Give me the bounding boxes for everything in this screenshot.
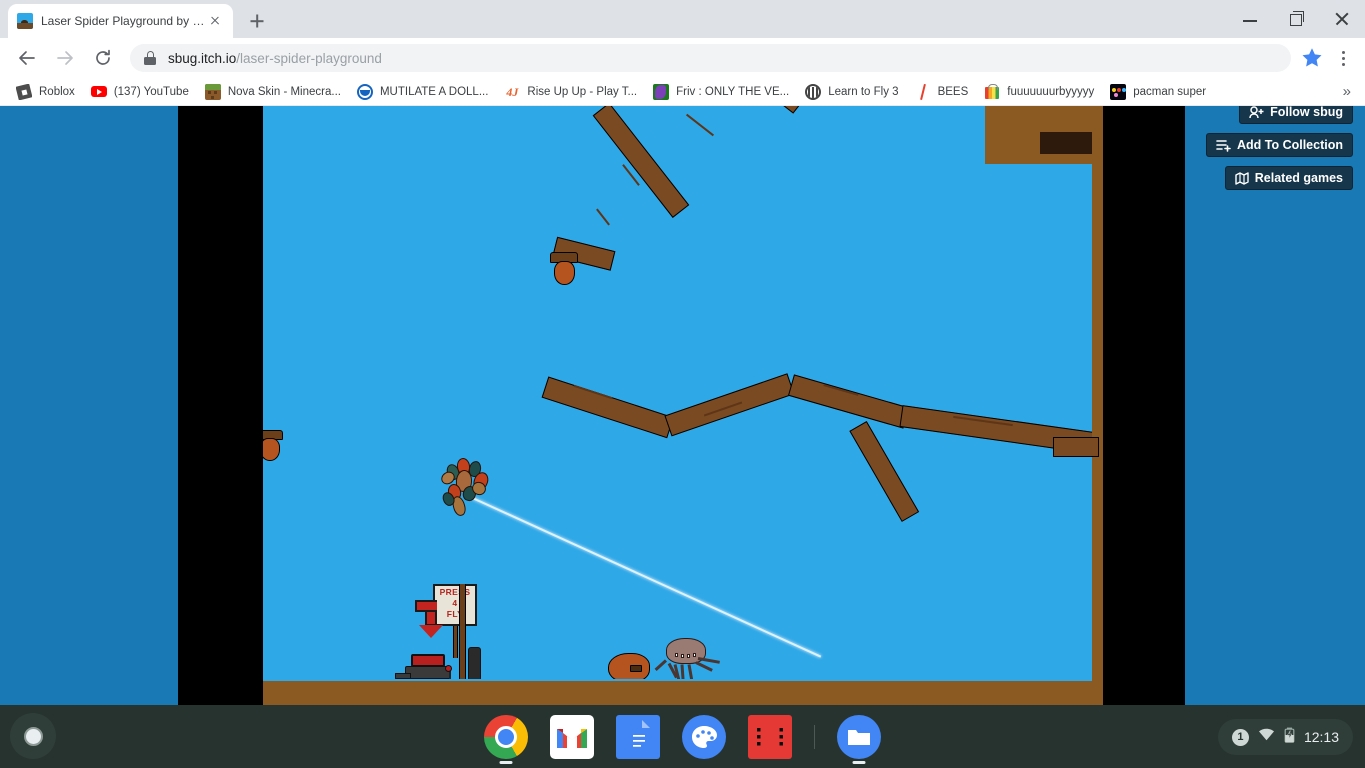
browser-tab[interactable]: Laser Spider Playground by sbug	[8, 4, 233, 38]
nova-skin-icon	[204, 83, 221, 100]
forward-arrow-icon[interactable]	[49, 42, 81, 74]
bookmark-bees[interactable]: BEES	[907, 81, 977, 103]
bookmark-label: MUTILATE A DOLL...	[379, 85, 489, 98]
clock: 12:13	[1303, 729, 1339, 745]
rise-up-icon: 4J	[504, 83, 521, 100]
bookmark-label: Roblox	[39, 85, 75, 98]
bookmark-learn-to-fly[interactable]: Learn to Fly 3	[797, 81, 906, 103]
tab-strip: Laser Spider Playground by sbug	[0, 0, 1365, 38]
bookmark-label: pacman super	[1133, 85, 1207, 98]
ground	[263, 681, 1103, 705]
three-dot-menu-icon[interactable]	[1329, 42, 1357, 74]
bookmark-pacman[interactable]: pacman super	[1102, 81, 1214, 103]
lock-icon	[144, 51, 156, 65]
bookmarks-overflow-icon[interactable]: »	[1337, 83, 1357, 100]
itch-sidebar-buttons: Follow sbug Add To Collection Related ga…	[1205, 106, 1353, 190]
follow-sbug-button[interactable]: Follow sbug	[1239, 106, 1353, 124]
learn-to-fly-icon	[805, 83, 822, 100]
bookmark-furby[interactable]: fuuuuuuurbyyyyy	[976, 81, 1102, 103]
game-canvas[interactable]: PRESS 4 FLY	[263, 106, 1103, 705]
bug-cluster[interactable]	[438, 457, 495, 522]
bookmark-roblox[interactable]: Roblox	[8, 81, 83, 103]
bookmark-label: (137) YouTube	[113, 85, 189, 98]
bees-icon	[914, 83, 931, 100]
right-wall	[1092, 106, 1103, 705]
furby-icon	[984, 83, 1001, 100]
ground-spider[interactable]	[654, 638, 720, 684]
close-icon[interactable]	[206, 12, 224, 30]
laser-machine[interactable]	[387, 654, 455, 682]
tree-branch-stub	[1053, 437, 1099, 457]
bookmark-label: Nova Skin - Minecra...	[227, 85, 341, 98]
shelf-separator	[814, 724, 815, 749]
itch-page: PRESS 4 FLY Follow sbug Add To Collectio…	[0, 106, 1365, 705]
related-games-button[interactable]: Related games	[1224, 166, 1353, 190]
minimize-icon[interactable]	[1227, 0, 1273, 38]
bookmark-mutilate-a-doll[interactable]: MUTILATE A DOLL...	[349, 81, 496, 103]
browser-window: Laser Spider Playground by sbug sbug.itc…	[0, 0, 1365, 705]
pole-box	[468, 647, 481, 682]
files-icon[interactable]	[837, 714, 881, 764]
back-arrow-icon[interactable]	[11, 42, 43, 74]
star-icon[interactable]	[1297, 43, 1327, 73]
browser-toolbar: sbug.itch.io/laser-spider-playground	[0, 38, 1365, 78]
bookmark-nova-skin[interactable]: Nova Skin - Minecra...	[197, 81, 349, 103]
pacman-icon	[1110, 83, 1127, 100]
notification-count-badge: 1	[1231, 728, 1249, 746]
tab-title: Laser Spider Playground by sbug	[41, 14, 206, 28]
pole	[459, 584, 466, 682]
related-games-label: Related games	[1254, 171, 1343, 185]
docs-icon[interactable]	[616, 714, 660, 759]
url-domain: sbug.itch.io	[168, 50, 237, 66]
bookmark-label: Rise Up Up - Play T...	[527, 85, 638, 98]
address-bar[interactable]: sbug.itch.io/laser-spider-playground	[130, 44, 1291, 72]
friv-icon	[653, 83, 670, 100]
add-to-collection-icon	[1216, 139, 1231, 152]
roblox-icon	[16, 83, 32, 100]
chrome-icon[interactable]	[484, 714, 528, 764]
bookmark-label: Learn to Fly 3	[828, 85, 899, 98]
shelf-app-list	[0, 705, 1365, 768]
video-icon[interactable]	[748, 714, 792, 759]
battery-charging-icon	[1284, 727, 1295, 748]
game-thumbnail-icon	[17, 13, 33, 29]
follow-user-icon	[1249, 106, 1264, 118]
canvas-icon[interactable]	[682, 714, 726, 759]
bookmark-label: BEES	[937, 85, 969, 98]
add-to-collection-button[interactable]: Add To Collection	[1205, 133, 1353, 157]
close-icon[interactable]	[1319, 0, 1365, 38]
url-path: /laser-spider-playground	[236, 50, 382, 66]
bookmark-friv[interactable]: Friv : ONLY THE VE...	[645, 81, 797, 103]
url-text: sbug.itch.io/laser-spider-playground	[168, 51, 382, 66]
bookmarks-bar: Roblox (137) YouTube Nova Skin - Minecra…	[0, 78, 1365, 106]
system-tray[interactable]: 1 12:13	[1217, 719, 1353, 755]
bookmark-youtube[interactable]: (137) YouTube	[83, 81, 197, 103]
window-controls	[1227, 0, 1365, 38]
map-icon	[1235, 171, 1249, 185]
bookmark-rise-up[interactable]: 4J Rise Up Up - Play T...	[496, 81, 645, 103]
sky-background	[263, 106, 1103, 705]
wifi-icon	[1258, 728, 1275, 746]
down-arrow-marker	[415, 600, 445, 642]
follow-sbug-label: Follow sbug	[1270, 106, 1343, 119]
restore-icon[interactable]	[1273, 0, 1319, 38]
new-tab-button[interactable]	[243, 7, 271, 35]
add-to-collection-label: Add To Collection	[1236, 138, 1343, 152]
chromeos-shelf: 1 12:13	[0, 705, 1365, 768]
bookmark-label: Friv : ONLY THE VE...	[676, 85, 790, 98]
gmail-icon[interactable]	[550, 714, 594, 759]
bookmark-label: fuuuuuuurbyyyyy	[1007, 85, 1095, 98]
reload-icon[interactable]	[87, 42, 119, 74]
youtube-icon	[90, 83, 107, 100]
mutilate-a-doll-icon	[356, 83, 373, 100]
sign-text-line-1: PRESS	[439, 587, 471, 597]
